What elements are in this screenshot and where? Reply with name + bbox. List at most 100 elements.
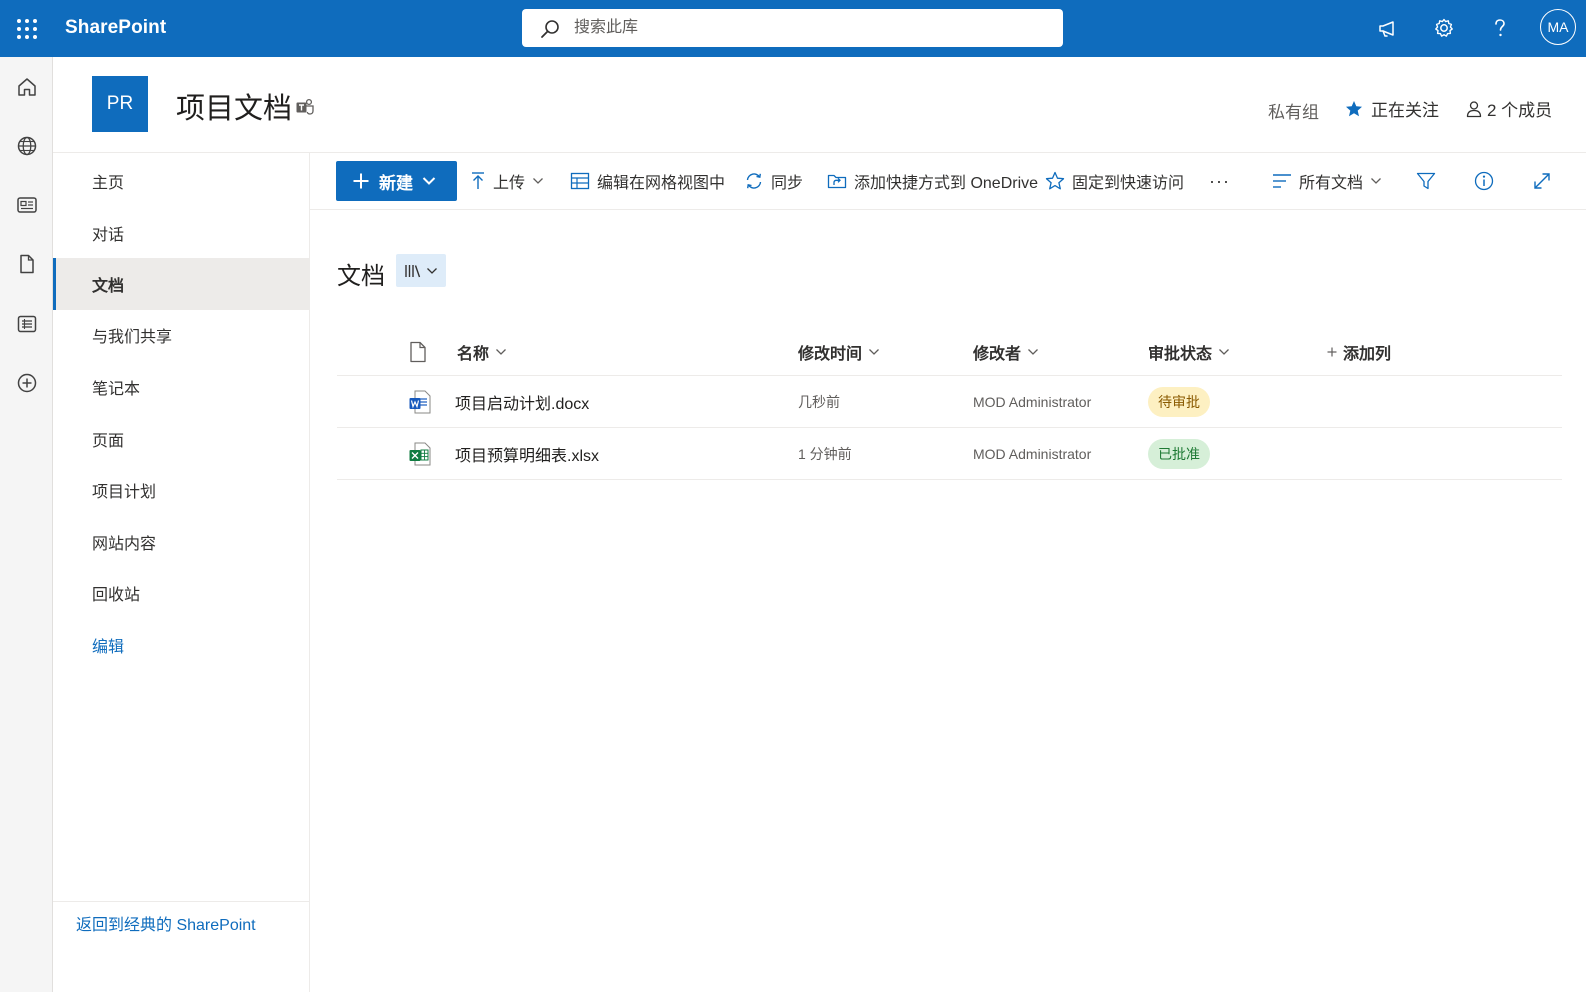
nav-edit-link[interactable]: 编辑 <box>53 619 309 671</box>
info-icon <box>1474 171 1494 191</box>
chevron-down-icon <box>1027 348 1039 356</box>
members-button[interactable]: 2 个成员 <box>1465 96 1552 121</box>
sync-icon <box>744 171 764 191</box>
search-icon <box>540 19 560 39</box>
file-type-column-header[interactable] <box>409 328 427 375</box>
follow-label: 正在关注 <box>1371 101 1439 120</box>
library-icon <box>404 263 422 279</box>
add-shortcut-to-onedrive-button[interactable]: 添加快捷方式到 OneDrive <box>827 161 1038 201</box>
appbar-news-button[interactable] <box>13 191 41 219</box>
plus-icon <box>352 172 370 190</box>
details-pane-button[interactable] <box>1474 161 1494 201</box>
status-badge: 待审批 <box>1148 386 1210 417</box>
chevron-down-icon <box>426 267 438 275</box>
modified-by[interactable]: MOD Administrator <box>973 376 1091 427</box>
table-row[interactable]: 项目启动计划.docx 几秒前 MOD Administrator 待审批 <box>337 376 1562 428</box>
new-button[interactable]: 新建 <box>336 161 457 201</box>
chevron-down-icon <box>422 176 436 186</box>
name-column-header[interactable]: 名称 <box>457 328 507 375</box>
expand-content-button[interactable] <box>1532 161 1552 201</box>
nav-item-home[interactable]: 主页 <box>53 155 309 207</box>
chevron-down-icon <box>868 348 880 356</box>
edit-in-grid-view-button[interactable]: 编辑在网格视图中 <box>570 161 725 201</box>
more-commands-button[interactable]: ··· <box>1209 161 1230 201</box>
modified-time: 1 分钟前 <box>798 445 852 462</box>
nav-item-conversations[interactable]: 对话 <box>53 207 309 259</box>
account-avatar[interactable]: MA <box>1540 9 1576 45</box>
modified-by-column-label: 修改者 <box>973 345 1022 363</box>
home-icon <box>16 76 38 98</box>
plus-icon <box>1327 347 1337 357</box>
pin-star-icon <box>1045 171 1065 191</box>
view-switcher-button[interactable]: 所有文档 <box>1272 161 1382 201</box>
search-box[interactable] <box>522 9 1063 47</box>
follow-button[interactable]: 正在关注 <box>1345 96 1439 121</box>
return-to-classic-link[interactable]: 返回到经典的 SharePoint <box>76 911 256 935</box>
status-badge: 已批准 <box>1148 438 1210 469</box>
nav-item-notebook[interactable]: 笔记本 <box>53 361 309 413</box>
appbar-files-button[interactable] <box>13 250 41 278</box>
nav-item-site-contents[interactable]: 网站内容 <box>53 516 309 568</box>
help-button[interactable] <box>1482 10 1518 46</box>
approval-status-column-header[interactable]: 审批状态 <box>1148 328 1230 375</box>
approval-status-column-label: 审批状态 <box>1148 345 1213 363</box>
app-launcher-button[interactable] <box>0 0 53 57</box>
create-plus-icon <box>16 372 38 394</box>
file-name-link[interactable]: 项目启动计划.docx <box>455 376 589 427</box>
upload-button[interactable]: 上传 <box>470 161 544 201</box>
members-label: 2 个成员 <box>1487 101 1553 120</box>
onedrive-shortcut-icon <box>827 172 847 190</box>
chevron-down-icon <box>1218 348 1230 356</box>
chevron-down-icon <box>1370 177 1382 185</box>
sync-label: 同步 <box>771 175 804 192</box>
modified-by-column-header[interactable]: 修改者 <box>973 328 1039 375</box>
app-brand-name[interactable]: SharePoint <box>65 17 166 39</box>
teams-icon[interactable] <box>295 98 315 116</box>
help-icon <box>1490 17 1510 39</box>
library-title: 文档 <box>337 263 385 290</box>
nav-item-project-plan[interactable]: 项目计划 <box>53 464 309 516</box>
nav-item-shared-with-us[interactable]: 与我们共享 <box>53 309 309 361</box>
search-input[interactable] <box>574 9 1044 47</box>
site-logo[interactable]: PR <box>92 76 148 132</box>
pin-to-quick-access-label: 固定到快速访问 <box>1072 175 1185 192</box>
file-name-link[interactable]: 项目预算明细表.xlsx <box>455 428 599 479</box>
app-bar <box>0 57 53 992</box>
group-type-label: 私有组 <box>1268 103 1319 122</box>
edit-in-grid-view-label: 编辑在网格视图中 <box>597 175 726 192</box>
view-switcher-label: 所有文档 <box>1299 175 1364 192</box>
command-bar: 新建 上传 编辑在网格视图中 同步 添加快捷方式到 OneDrive 固定到快速… <box>310 152 1586 210</box>
add-shortcut-label: 添加快捷方式到 OneDrive <box>854 175 1039 192</box>
filter-button[interactable] <box>1416 161 1436 201</box>
add-column-button[interactable]: 添加列 <box>1327 328 1391 375</box>
lists-icon <box>16 313 38 335</box>
pin-to-quick-access-button[interactable]: 固定到快速访问 <box>1045 161 1184 201</box>
nav-item-documents[interactable]: 文档 <box>53 258 309 310</box>
word-file-icon <box>409 376 431 427</box>
settings-button[interactable] <box>1426 10 1462 46</box>
site-title[interactable]: 项目文档 <box>176 85 292 127</box>
approval-status-cell: 已批准 <box>1148 428 1210 479</box>
library-options-button[interactable] <box>396 254 446 287</box>
whats-new-button[interactable] <box>1370 10 1406 46</box>
table-row[interactable]: 项目预算明细表.xlsx 1 分钟前 MOD Administrator 已批准 <box>337 428 1562 480</box>
star-icon <box>1345 100 1363 118</box>
excel-file-icon <box>409 428 431 479</box>
appbar-sites-button[interactable] <box>13 132 41 160</box>
globe-icon <box>16 135 38 157</box>
nav-item-recycle-bin[interactable]: 回收站 <box>53 567 309 619</box>
appbar-lists-button[interactable] <box>13 310 41 338</box>
news-icon <box>16 194 38 216</box>
modified-column-header[interactable]: 修改时间 <box>798 328 880 375</box>
upload-arrow-icon <box>470 171 486 191</box>
table-header: 名称 修改时间 修改者 审批状态 添加列 <box>337 328 1562 376</box>
modified-by[interactable]: MOD Administrator <box>973 428 1091 479</box>
expand-icon <box>1532 171 1552 191</box>
nav-item-pages[interactable]: 页面 <box>53 413 309 465</box>
appbar-home-button[interactable] <box>13 73 41 101</box>
appbar-create-button[interactable] <box>13 369 41 397</box>
new-button-label: 新建 <box>379 173 413 193</box>
sync-button[interactable]: 同步 <box>744 161 803 201</box>
filter-icon <box>1416 171 1436 191</box>
megaphone-icon <box>1377 17 1399 39</box>
